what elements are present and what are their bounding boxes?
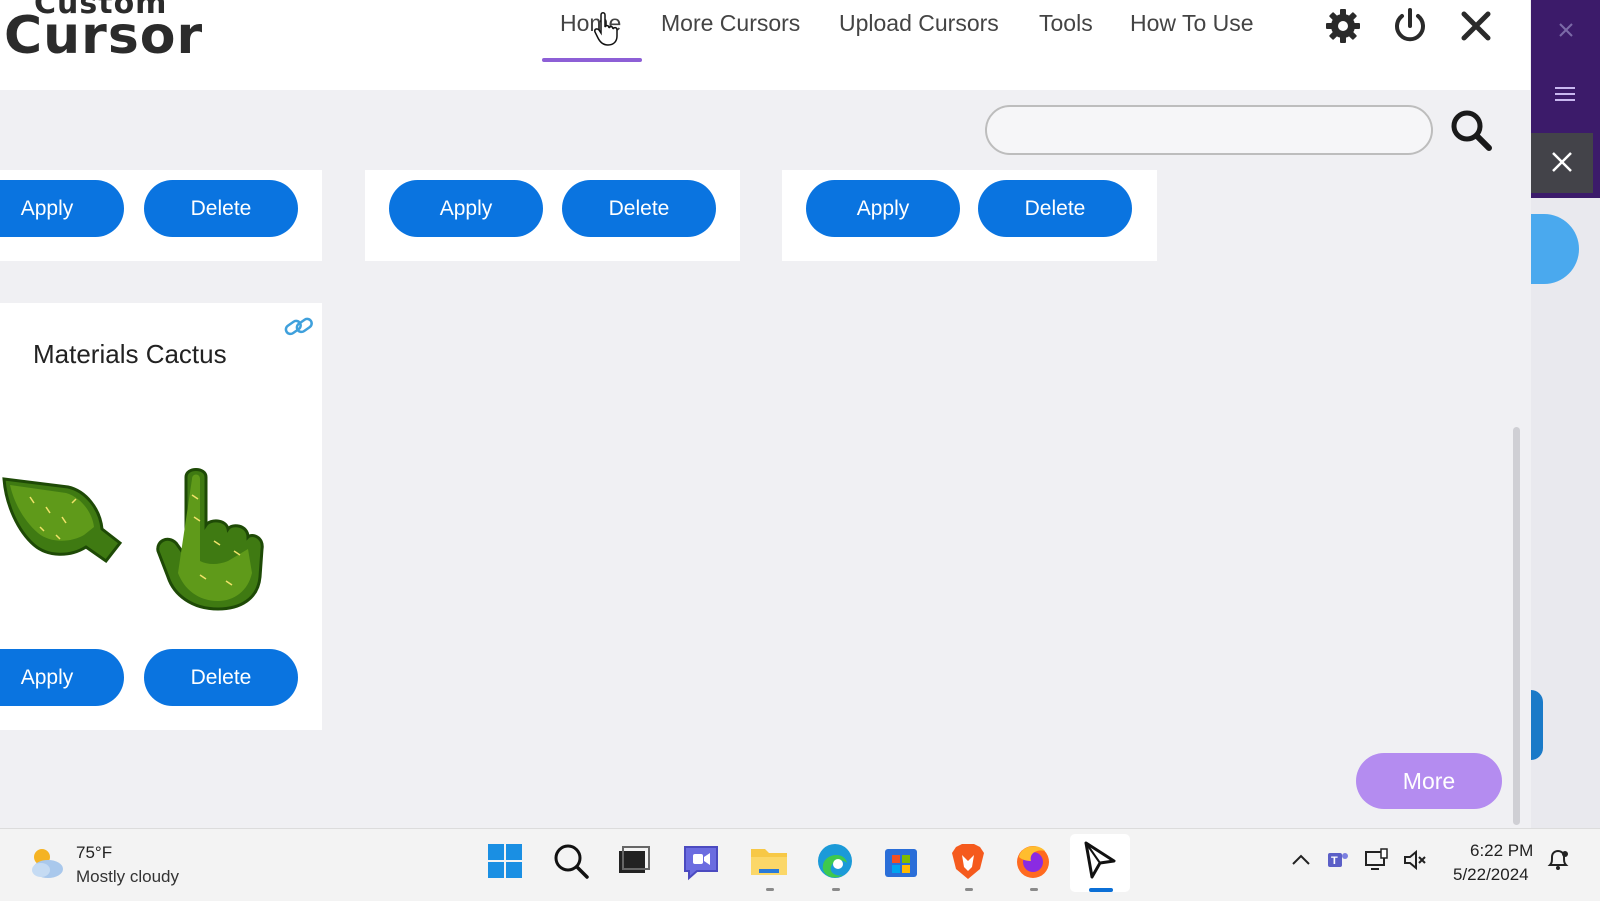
notification-icon[interactable] xyxy=(1545,847,1571,873)
app-header: Custom Cursor Home More Cursors Upload C… xyxy=(0,0,1530,90)
delete-button[interactable]: Delete xyxy=(144,649,298,706)
delete-button[interactable]: Delete xyxy=(562,180,716,237)
card-title: Materials Cactus xyxy=(33,339,227,369)
cursor-card: Apply Delete xyxy=(782,170,1157,261)
chevron-up-icon[interactable] xyxy=(1288,847,1314,873)
background-browser-sidebar xyxy=(1531,0,1600,828)
file-explorer-icon[interactable] xyxy=(747,839,791,883)
clock-time[interactable]: 6:22 PM xyxy=(1470,841,1533,861)
close-panel-button[interactable] xyxy=(1531,133,1593,193)
chat-icon[interactable] xyxy=(679,839,723,883)
delete-button[interactable]: Delete xyxy=(978,180,1132,237)
brave-icon[interactable] xyxy=(946,839,990,883)
scrollbar-thumb[interactable] xyxy=(1513,427,1520,825)
weather-temperature: 75°F xyxy=(76,843,113,862)
close-icon[interactable] xyxy=(1456,6,1496,46)
task-view-icon[interactable] xyxy=(611,839,655,883)
custom-cursor-icon[interactable] xyxy=(1078,839,1122,883)
running-indicator xyxy=(965,888,973,891)
store-icon[interactable] xyxy=(879,839,923,883)
network-icon[interactable] xyxy=(1363,847,1389,873)
cactus-arrow-cursor xyxy=(0,473,130,603)
running-indicator xyxy=(766,888,774,891)
clock-date[interactable]: 5/22/2024 xyxy=(1453,865,1529,885)
assistant-bubble-icon[interactable] xyxy=(1531,214,1579,284)
more-button[interactable]: More xyxy=(1356,753,1502,809)
nav-how-to-use[interactable]: How To Use xyxy=(1130,10,1254,37)
apply-button[interactable]: Apply xyxy=(0,180,124,237)
edge-icon[interactable] xyxy=(813,839,857,883)
search-icon[interactable] xyxy=(1448,107,1494,153)
active-nav-indicator xyxy=(542,58,642,62)
running-indicator xyxy=(832,888,840,891)
search-input[interactable] xyxy=(985,105,1433,155)
power-icon[interactable] xyxy=(1390,6,1430,46)
link-icon[interactable] xyxy=(283,313,315,341)
volume-muted-icon[interactable] xyxy=(1402,847,1428,873)
cursor-card: Apply Delete xyxy=(0,170,322,261)
menu-icon[interactable] xyxy=(1552,82,1578,106)
active-indicator xyxy=(1089,888,1113,892)
apply-button[interactable]: Apply xyxy=(389,180,543,237)
windows-taskbar: 75°F Mostly cloudy T 6:22 PM 5/22/2024 xyxy=(0,828,1600,901)
logo-line-2: Cursor xyxy=(4,6,204,66)
floating-action-icon[interactable] xyxy=(1531,690,1543,760)
close-icon[interactable] xyxy=(1554,18,1578,42)
nav-tools[interactable]: Tools xyxy=(1039,10,1093,37)
svg-text:T: T xyxy=(1331,855,1338,867)
apply-button[interactable]: Apply xyxy=(0,649,124,706)
start-icon[interactable] xyxy=(483,839,527,883)
teams-icon[interactable]: T xyxy=(1325,847,1351,873)
apply-button[interactable]: Apply xyxy=(806,180,960,237)
running-indicator xyxy=(1030,888,1038,891)
custom-cursor-app-window: Custom Cursor Home More Cursors Upload C… xyxy=(0,0,1530,828)
firefox-icon[interactable] xyxy=(1011,839,1055,883)
gear-icon[interactable] xyxy=(1323,6,1363,46)
cursor-card: Apply Delete xyxy=(365,170,740,261)
cactus-hand-cursor xyxy=(148,465,268,615)
delete-button[interactable]: Delete xyxy=(144,180,298,237)
weather-description: Mostly cloudy xyxy=(76,867,179,886)
search-icon[interactable] xyxy=(549,839,593,883)
cloudy-weather-icon[interactable] xyxy=(26,843,66,883)
cursor-card-materials-cactus: Materials Cactus Apply Delete xyxy=(0,303,322,730)
app-logo: Custom Cursor xyxy=(0,0,226,66)
hand-pointer-cursor-icon xyxy=(594,12,620,46)
nav-upload-cursors[interactable]: Upload Cursors xyxy=(839,10,999,37)
nav-more-cursors[interactable]: More Cursors xyxy=(661,10,800,37)
